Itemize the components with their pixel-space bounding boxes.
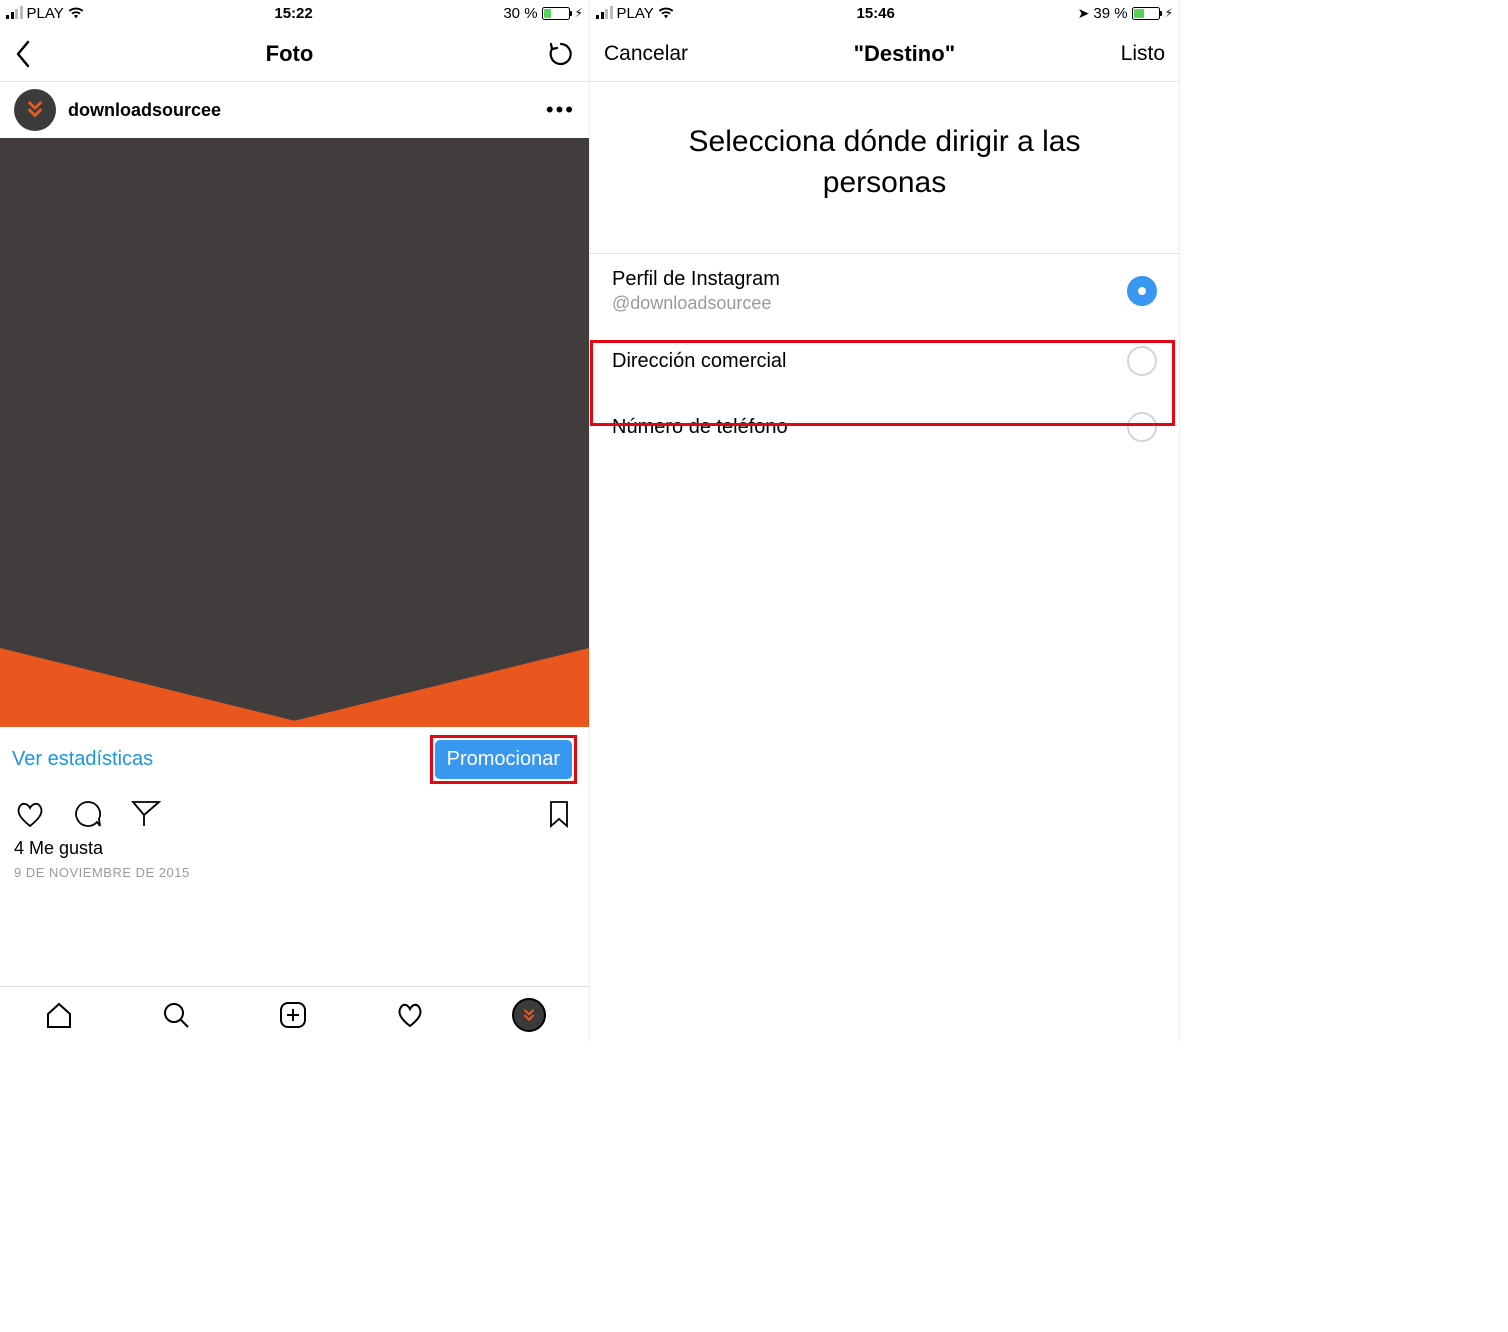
- tab-bar: [0, 986, 589, 1042]
- tab-home-icon[interactable]: [44, 1000, 74, 1030]
- charging-icon: ⚡︎: [575, 6, 583, 20]
- undo-button[interactable]: [547, 40, 575, 68]
- like-icon[interactable]: [14, 798, 46, 830]
- promote-button[interactable]: Promocionar: [435, 740, 572, 779]
- username[interactable]: downloadsourcee: [68, 100, 546, 121]
- nav-header: Foto: [0, 26, 589, 82]
- radio-selected-icon[interactable]: [1127, 276, 1157, 306]
- tab-activity-icon[interactable]: [395, 1000, 425, 1030]
- page-title: Destino: [854, 41, 956, 67]
- battery-pct: 39 %: [1093, 5, 1127, 22]
- option-phone-number[interactable]: Número de teléfono: [590, 394, 1179, 460]
- status-bar: PLAY 15:22 30 % ⚡︎: [0, 0, 589, 26]
- back-button[interactable]: [14, 39, 32, 69]
- bookmark-icon[interactable]: [543, 798, 575, 830]
- destination-options: Perfil de Instagram @downloadsourcee Dir…: [590, 253, 1179, 460]
- option-title: Número de teléfono: [612, 416, 788, 439]
- radio-unselected-icon[interactable]: [1127, 412, 1157, 442]
- battery-icon: [542, 7, 570, 20]
- charging-icon: ⚡︎: [1165, 6, 1173, 20]
- carrier-label: PLAY: [27, 5, 64, 22]
- battery-pct: 30 %: [503, 5, 537, 22]
- tab-search-icon[interactable]: [161, 1000, 191, 1030]
- option-title: Dirección comercial: [612, 350, 787, 373]
- more-options-button[interactable]: •••: [546, 97, 575, 123]
- option-business-address[interactable]: Dirección comercial: [590, 328, 1179, 394]
- highlight-promote: Promocionar: [430, 735, 577, 784]
- phone-right: PLAY 15:46 ➤ 39 % ⚡︎ Cancelar Destino Li…: [590, 0, 1180, 1042]
- cancel-button[interactable]: Cancelar: [604, 42, 688, 66]
- post-date: 9 DE NOVIEMBRE DE 2015: [0, 861, 589, 888]
- page-title: Foto: [266, 41, 314, 67]
- nav-header: Cancelar Destino Listo: [590, 26, 1179, 82]
- section-heading: Selecciona dónde dirigir a las personas: [590, 82, 1179, 253]
- clock: 15:46: [857, 5, 895, 22]
- signal-icon: [6, 7, 23, 19]
- post-header: downloadsourcee •••: [0, 82, 589, 138]
- carrier-label: PLAY: [617, 5, 654, 22]
- post-image[interactable]: [0, 138, 589, 727]
- option-subtitle: @downloadsourcee: [612, 293, 780, 314]
- status-bar: PLAY 15:46 ➤ 39 % ⚡︎: [590, 0, 1179, 26]
- likes-count[interactable]: 4 Me gusta: [0, 836, 589, 861]
- signal-icon: [596, 7, 613, 19]
- wifi-icon: [68, 7, 84, 19]
- clock: 15:22: [274, 5, 312, 22]
- location-icon: ➤: [1078, 5, 1090, 22]
- view-insights-link[interactable]: Ver estadísticas: [12, 748, 153, 771]
- done-button[interactable]: Listo: [1121, 42, 1165, 66]
- tab-profile-icon[interactable]: [512, 998, 546, 1032]
- phone-left: PLAY 15:22 30 % ⚡︎ Foto downloadsourcee …: [0, 0, 590, 1042]
- radio-unselected-icon[interactable]: [1127, 346, 1157, 376]
- share-icon[interactable]: [130, 798, 162, 830]
- option-instagram-profile[interactable]: Perfil de Instagram @downloadsourcee: [590, 254, 1179, 328]
- battery-icon: [1132, 7, 1160, 20]
- avatar[interactable]: [14, 89, 56, 131]
- tab-create-icon[interactable]: [278, 1000, 308, 1030]
- wifi-icon: [658, 7, 674, 19]
- comment-icon[interactable]: [72, 798, 104, 830]
- option-title: Perfil de Instagram: [612, 268, 780, 291]
